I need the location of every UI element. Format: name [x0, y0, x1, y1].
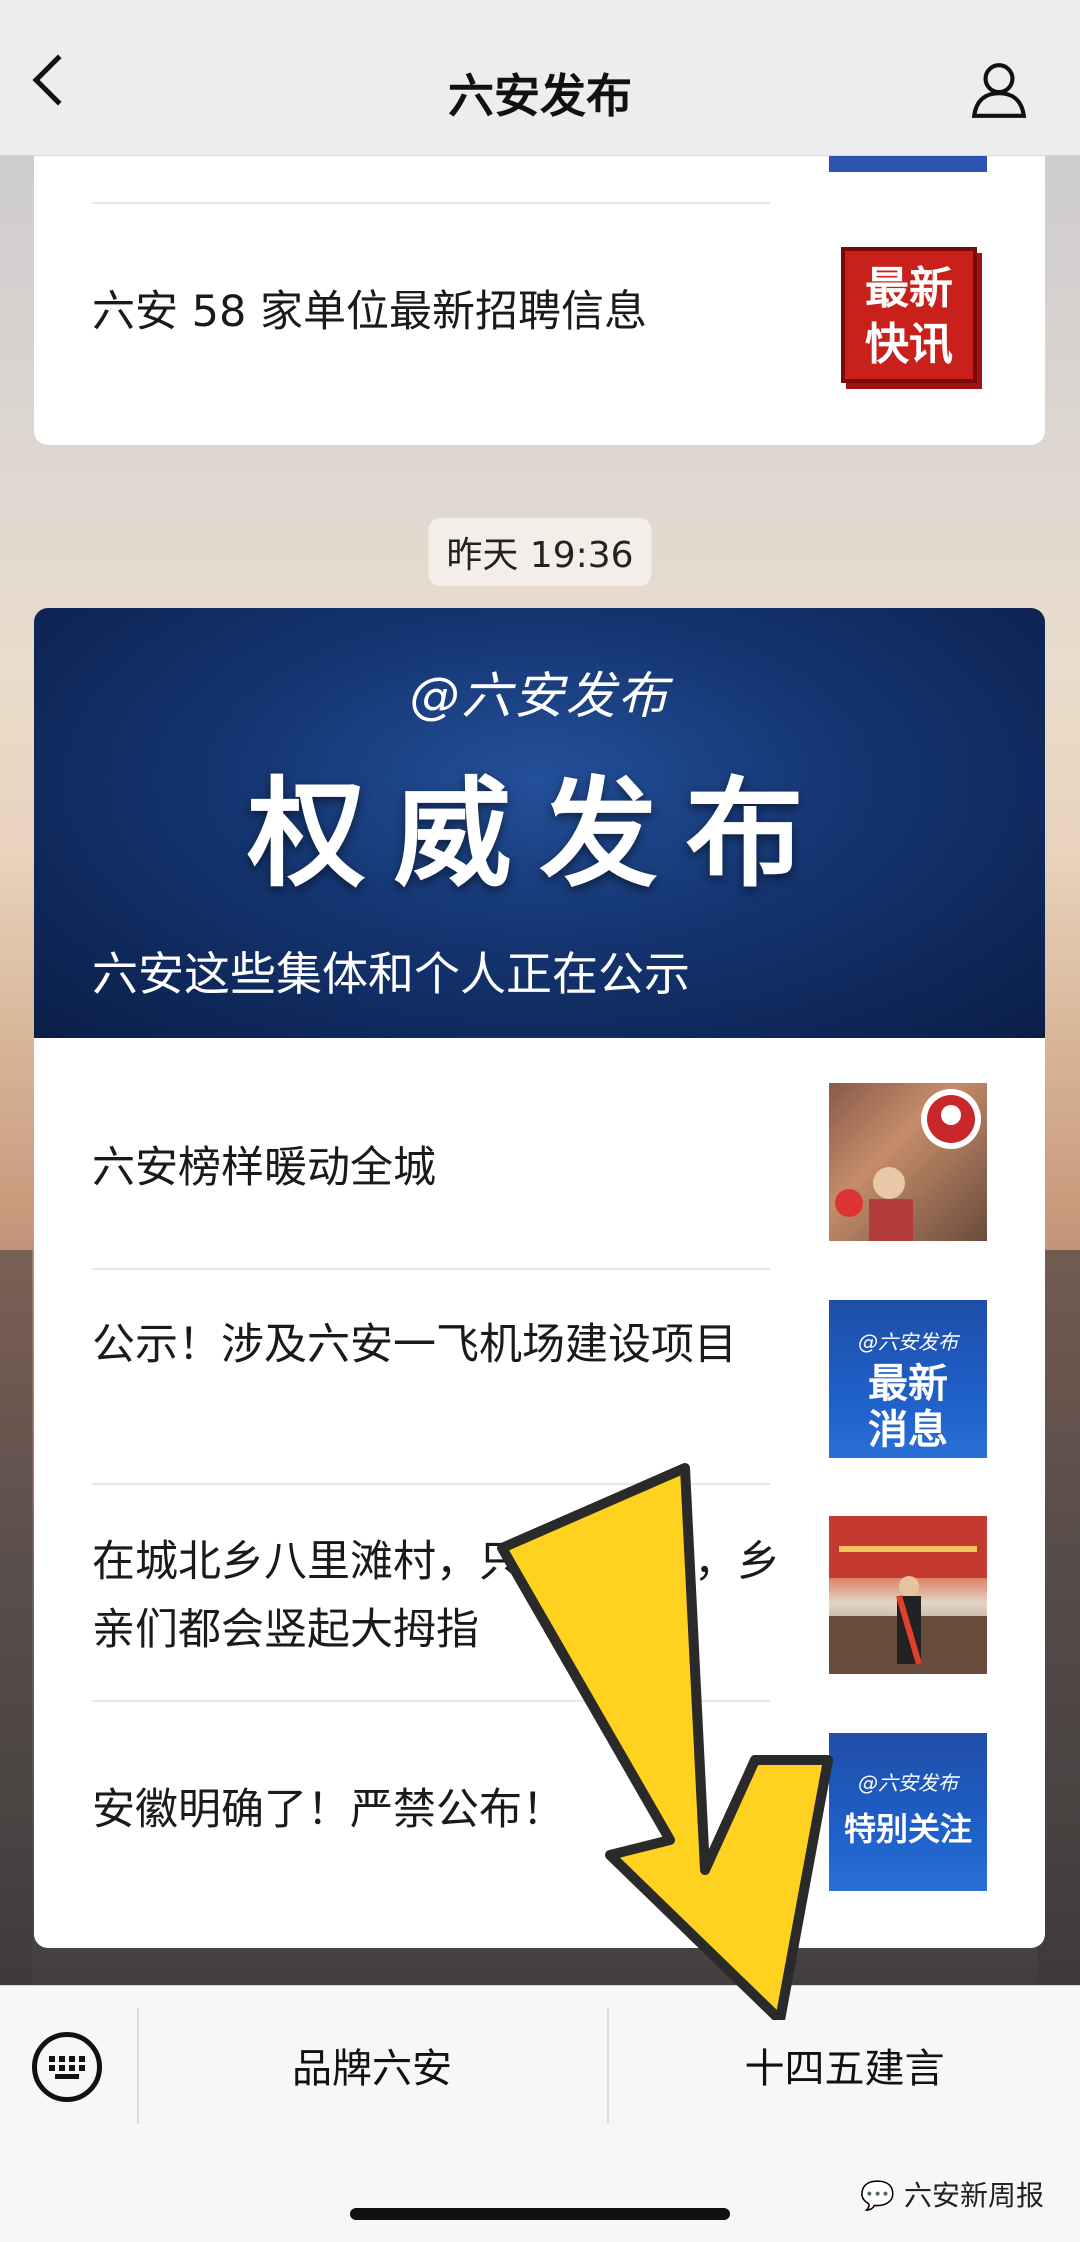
article-title[interactable]: 六安 58 家单位最新招聘信息	[92, 278, 792, 346]
wechat-icon: 💬	[860, 2179, 896, 2212]
divider	[92, 202, 770, 204]
photo-icon	[835, 1089, 981, 1241]
thumbnail-tag: @六安发布	[858, 1771, 958, 1795]
article-thumbnail[interactable]: @六安发布 最新消息	[829, 1300, 987, 1458]
article-thumbnail[interactable]: 最新快讯	[829, 235, 987, 393]
keyboard-icon[interactable]	[32, 2032, 102, 2102]
banner-caption: 六安这些集体和个人正在公示	[92, 947, 690, 1001]
photo-icon	[829, 1516, 987, 1674]
article-thumbnail[interactable]: @六安发布 特别关注	[829, 1733, 987, 1891]
article-title[interactable]: 公示！涉及六安一飞机场建设项目	[92, 1311, 792, 1379]
watermark: 💬 六安新周报	[860, 2174, 1044, 2214]
annotation-arrow-icon	[497, 1463, 833, 2020]
banner-tag: @六安发布	[409, 667, 670, 725]
thumbnail-text: 特别关注	[843, 1810, 972, 1848]
menu-item-brand[interactable]: 品牌六安	[137, 2036, 607, 2094]
profile-icon[interactable]	[968, 58, 1030, 120]
article-title[interactable]: 六安榜样暖动全城	[92, 1134, 792, 1202]
watermark-text: 六安新周报	[903, 2179, 1044, 2212]
thumbnail-text: 最新消息	[868, 1361, 948, 1453]
menu-item-suggestions[interactable]: 十四五建言	[609, 2036, 1080, 2094]
article-thumbnail[interactable]	[829, 1516, 987, 1674]
home-indicator[interactable]	[350, 2208, 730, 2220]
divider	[92, 1268, 770, 1270]
banner-article[interactable]: @六安发布 权威发布 六安这些集体和个人正在公示	[34, 608, 1045, 1038]
page-title: 六安发布	[448, 69, 632, 123]
message-timestamp: 昨天 19:36	[428, 518, 652, 586]
thumbnail-tag: @六安发布	[858, 1330, 958, 1354]
banner-headline: 权威发布	[247, 765, 832, 903]
top-bar: 六安发布	[0, 0, 1080, 156]
thumbnail-text: 最新快讯	[841, 247, 977, 383]
bottom-menu-bar: 品牌六安 十四五建言 💬 六安新周报	[0, 1985, 1080, 2242]
article-card: 六安 58 家单位最新招聘信息 最新快讯	[34, 110, 1045, 445]
article-thumbnail[interactable]	[829, 1083, 987, 1241]
